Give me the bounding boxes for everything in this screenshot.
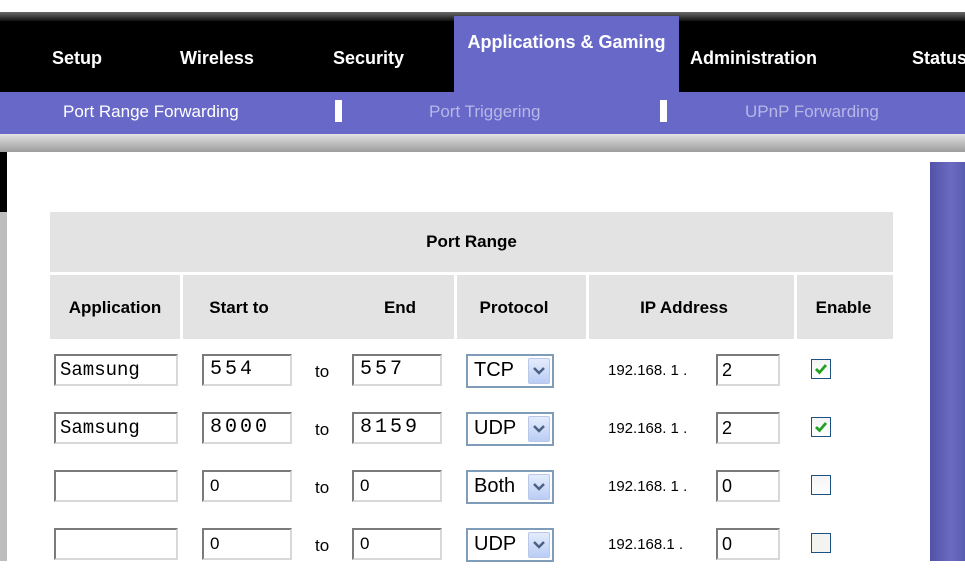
port-range-header: Port Range bbox=[50, 212, 893, 272]
ip-prefix: 192.168. 1 . bbox=[608, 420, 688, 437]
chevron-down-icon[interactable] bbox=[528, 358, 550, 384]
ip-prefix: 192.168.1 . bbox=[608, 536, 684, 553]
start-port-input[interactable]: 0 bbox=[202, 528, 292, 560]
tab-applications-gaming[interactable]: Applications & Gaming bbox=[454, 16, 679, 92]
ip-last-octet-input[interactable]: 2 bbox=[716, 354, 780, 386]
ip-prefix: 192.168. 1 . bbox=[608, 478, 688, 495]
content-top-border bbox=[0, 134, 965, 152]
col-start: Start to bbox=[209, 297, 269, 317]
subtab-separator bbox=[660, 100, 667, 122]
ip-prefix: 192.168. 1 . bbox=[608, 362, 688, 379]
application-name-input[interactable] bbox=[54, 470, 178, 502]
end-port-input[interactable]: 0 bbox=[352, 528, 442, 560]
protocol-value: UDP bbox=[474, 417, 517, 439]
subtab-port-range-forwarding[interactable]: Port Range Forwarding bbox=[63, 102, 239, 122]
top-nav-bar: Setup Wireless Security Applications & G… bbox=[0, 0, 965, 92]
col-end: End bbox=[383, 297, 417, 317]
table-row: 0 to 0 UDP 192.168.1 . 0 bbox=[50, 528, 893, 586]
chevron-down-icon[interactable] bbox=[528, 474, 550, 500]
to-label: to bbox=[315, 536, 330, 555]
to-label: to bbox=[315, 478, 330, 497]
enable-checkbox[interactable] bbox=[811, 417, 831, 437]
ip-last-octet-input[interactable]: 0 bbox=[716, 470, 780, 502]
col-protocol: Protocol bbox=[479, 297, 549, 317]
start-port-input[interactable]: 8000 bbox=[202, 412, 292, 444]
table-row: Samsung 8000 to 8159 UDP 192.168. 1 . 2 bbox=[50, 412, 893, 470]
enable-checkbox[interactable] bbox=[811, 359, 831, 379]
end-port-input[interactable]: 0 bbox=[352, 470, 442, 502]
left-edge-gray bbox=[0, 212, 7, 561]
end-port-input[interactable]: 557 bbox=[352, 354, 442, 386]
start-port-input[interactable]: 0 bbox=[202, 470, 292, 502]
right-side-panel bbox=[930, 162, 965, 561]
end-port-input[interactable]: 8159 bbox=[352, 412, 442, 444]
protocol-select[interactable]: UDP bbox=[466, 528, 554, 562]
application-name-input[interactable]: Samsung bbox=[54, 354, 178, 386]
chevron-down-icon[interactable] bbox=[528, 416, 550, 442]
start-port-input[interactable]: 554 bbox=[202, 354, 292, 386]
protocol-select[interactable]: UDP bbox=[466, 412, 554, 446]
ip-last-octet-input[interactable]: 0 bbox=[716, 528, 780, 560]
column-divider bbox=[454, 275, 457, 339]
protocol-value: Both bbox=[474, 475, 516, 497]
col-enable: Enable bbox=[815, 297, 872, 317]
tab-setup[interactable]: Setup bbox=[52, 48, 102, 69]
chevron-down-icon[interactable] bbox=[528, 532, 550, 558]
subtab-port-triggering[interactable]: Port Triggering bbox=[429, 102, 541, 122]
enable-checkbox[interactable] bbox=[811, 533, 831, 553]
tab-administration[interactable]: Administration bbox=[690, 48, 817, 69]
table-row: 0 to 0 Both 192.168. 1 . 0 bbox=[50, 470, 893, 528]
ip-last-octet-input[interactable]: 2 bbox=[716, 412, 780, 444]
enable-checkbox[interactable] bbox=[811, 475, 831, 495]
checkmark-icon bbox=[815, 364, 828, 375]
to-label: to bbox=[315, 362, 330, 381]
col-application: Application bbox=[68, 297, 162, 317]
column-divider bbox=[180, 275, 183, 339]
protocol-select[interactable]: Both bbox=[466, 470, 554, 504]
protocol-value: UDP bbox=[474, 533, 517, 555]
col-ip-address: IP Address bbox=[640, 297, 728, 317]
protocol-value: TCP bbox=[474, 359, 514, 381]
table-row: Samsung 554 to 557 TCP 192.168. 1 . 2 bbox=[50, 354, 893, 412]
tab-wireless[interactable]: Wireless bbox=[180, 48, 254, 69]
application-name-input[interactable] bbox=[54, 528, 178, 560]
left-edge bbox=[0, 152, 7, 212]
column-header-row: Application Start to End Protocol IP Add… bbox=[50, 275, 893, 339]
subtab-separator bbox=[335, 100, 342, 122]
tab-status[interactable]: Status bbox=[912, 48, 965, 69]
tab-security[interactable]: Security bbox=[333, 48, 404, 69]
column-divider bbox=[794, 275, 797, 339]
subtab-upnp-forwarding[interactable]: UPnP Forwarding bbox=[745, 102, 879, 122]
column-divider bbox=[586, 275, 589, 339]
sub-nav-bar: Port Range Forwarding Port Triggering UP… bbox=[0, 92, 965, 134]
protocol-select[interactable]: TCP bbox=[466, 354, 554, 388]
application-name-input[interactable]: Samsung bbox=[54, 412, 178, 444]
checkmark-icon bbox=[815, 422, 828, 433]
to-label: to bbox=[315, 420, 330, 439]
